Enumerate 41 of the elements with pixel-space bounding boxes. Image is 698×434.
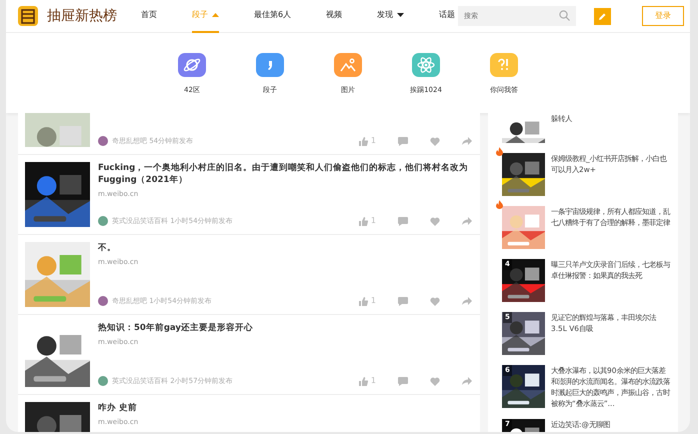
avatar bbox=[98, 216, 108, 226]
share-icon[interactable] bbox=[462, 217, 472, 225]
fire-icon bbox=[496, 147, 503, 156]
post-title[interactable]: 咋办 史前 bbox=[98, 402, 472, 414]
comment-icon[interactable] bbox=[398, 376, 408, 386]
post-title[interactable]: 热知识：50年前gay还主要是形容开心 bbox=[98, 322, 472, 334]
like-count: 1 bbox=[370, 215, 376, 227]
heart-icon[interactable] bbox=[430, 216, 440, 226]
atom-icon[interactable] bbox=[412, 53, 440, 77]
avatar bbox=[98, 136, 108, 146]
nav-tab[interactable]: 发现 bbox=[377, 0, 404, 32]
avatar bbox=[98, 376, 108, 386]
post-title[interactable]: 不。 bbox=[98, 242, 472, 254]
like-count: 1 bbox=[370, 135, 376, 147]
pencil-icon bbox=[598, 12, 607, 20]
like-count: 1 bbox=[370, 375, 376, 387]
share-icon[interactable] bbox=[462, 377, 472, 385]
heart-icon[interactable] bbox=[430, 376, 440, 386]
question-icon[interactable] bbox=[490, 53, 518, 77]
edit-button[interactable] bbox=[594, 8, 611, 24]
site-title[interactable]: 抽屉新热榜 bbox=[47, 6, 117, 26]
comment-icon[interactable] bbox=[398, 216, 408, 226]
planet-icon[interactable] bbox=[178, 53, 206, 77]
comma-icon[interactable] bbox=[256, 53, 284, 77]
heart-icon[interactable] bbox=[430, 136, 440, 146]
comment-icon[interactable] bbox=[398, 136, 408, 146]
avatar bbox=[98, 296, 108, 306]
heart-icon[interactable] bbox=[430, 296, 440, 306]
share-icon[interactable] bbox=[462, 137, 472, 145]
fire-icon bbox=[496, 200, 503, 209]
search-icon[interactable] bbox=[559, 10, 570, 21]
logo-icon[interactable] bbox=[18, 6, 38, 26]
nav-tab[interactable]: 最佳第6人 bbox=[254, 0, 292, 32]
nav-tab[interactable]: 话题 bbox=[439, 0, 456, 32]
comment-icon[interactable] bbox=[398, 296, 408, 306]
share-icon[interactable] bbox=[462, 297, 472, 305]
image-icon[interactable] bbox=[334, 53, 362, 77]
nav-tab[interactable]: 视频 bbox=[326, 0, 342, 32]
nav-tab[interactable]: 首页 bbox=[141, 0, 157, 32]
post-title[interactable]: Fucking，一个奥地利小村庄的旧名。由于遭到嘲笑和人们偷盗他们的标志，他们将村名改为Fugging（2021年） bbox=[98, 162, 472, 186]
like-count: 1 bbox=[370, 295, 376, 307]
